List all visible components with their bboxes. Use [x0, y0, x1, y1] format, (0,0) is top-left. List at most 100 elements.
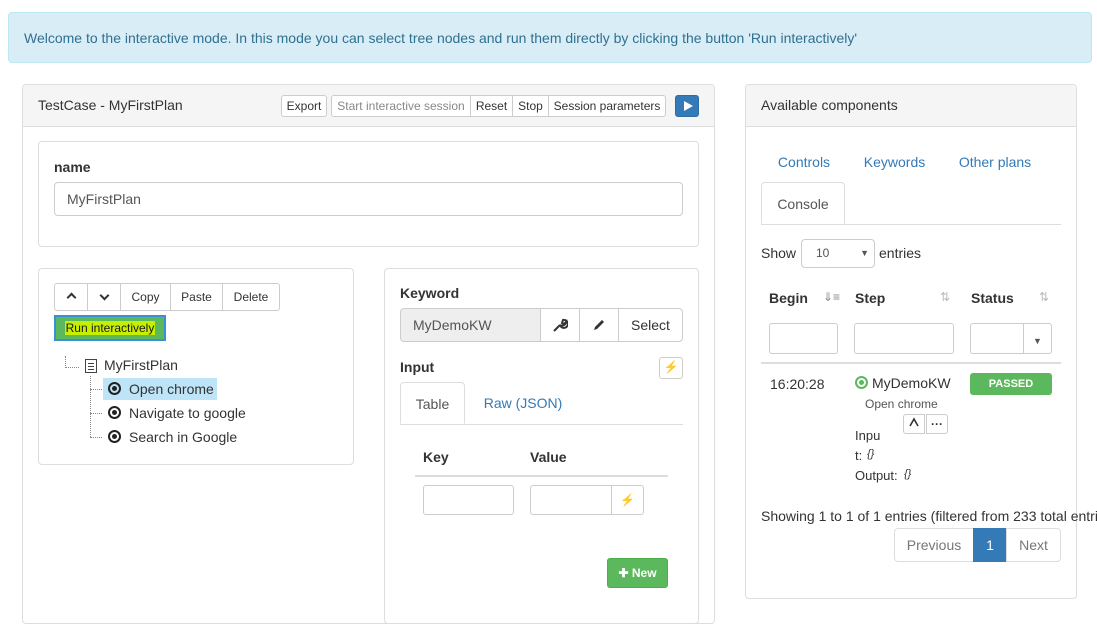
- delete-button[interactable]: Delete: [222, 283, 280, 311]
- tab-controls[interactable]: Controls: [769, 141, 839, 183]
- table-info-text: Showing 1 to 1 of 1 entries (filtered fr…: [761, 508, 1097, 524]
- keyword-label: Keyword: [400, 285, 460, 301]
- row-input-value: {}: [867, 448, 875, 460]
- status-ok-dot: [859, 380, 864, 385]
- entries-select-value: 10: [816, 246, 830, 260]
- tree-root-node[interactable]: MyFirstPlan: [104, 354, 178, 376]
- plus-icon: ✚: [618, 566, 629, 580]
- tab-table[interactable]: Table: [400, 382, 465, 424]
- row-output-label: Output:: [855, 468, 898, 483]
- value-dynamic-button[interactable]: ⚡: [611, 485, 644, 515]
- pager-page-1[interactable]: 1: [973, 528, 1007, 562]
- tree-node-navigate[interactable]: Navigate to google: [103, 402, 246, 424]
- console-header-line: [761, 362, 1061, 364]
- caret-down-icon: ▼: [1033, 336, 1042, 346]
- tree-connector: [90, 413, 102, 414]
- tree-view-button[interactable]: [903, 414, 925, 434]
- value-input[interactable]: [530, 485, 612, 515]
- tree-connector: [90, 376, 91, 437]
- tree-node-label: Search in Google: [129, 429, 238, 445]
- session-parameters-button[interactable]: Session parameters: [548, 95, 666, 117]
- tree-connector: [65, 367, 79, 368]
- value-column-header: Value: [530, 449, 567, 465]
- info-alert: Welcome to the interactive mode. In this…: [8, 12, 1092, 63]
- start-interactive-session-button[interactable]: Start interactive session: [331, 95, 471, 117]
- pager-previous-button[interactable]: Previous: [894, 528, 974, 562]
- chevron-down-icon: [99, 290, 109, 301]
- tree-node-label: Open chrome: [129, 381, 214, 397]
- tab-other-plans[interactable]: Other plans: [951, 141, 1039, 183]
- keyword-node-icon: [108, 382, 121, 395]
- begin-column-header[interactable]: Begin: [769, 290, 808, 306]
- alert-text: Welcome to the interactive mode. In this…: [24, 30, 858, 46]
- status-column-header[interactable]: Status: [971, 290, 1014, 306]
- entries-label: entries: [879, 245, 922, 261]
- new-row-button[interactable]: ✚ New: [607, 558, 668, 588]
- dynamic-toggle-button[interactable]: ⚡: [659, 357, 683, 379]
- row-begin: 16:20:28: [770, 376, 825, 392]
- name-input[interactable]: MyFirstPlan: [54, 182, 683, 216]
- step-filter-input[interactable]: [854, 323, 954, 354]
- key-input[interactable]: [423, 485, 514, 515]
- components-title: Available components: [761, 97, 898, 113]
- tab-console[interactable]: Console: [761, 182, 845, 224]
- sort-icon: ⇅: [940, 290, 951, 304]
- entries-select[interactable]: 10 ▼: [801, 239, 875, 268]
- show-label: Show: [761, 245, 797, 261]
- row-output-value: {}: [904, 468, 912, 480]
- edit-button[interactable]: [579, 308, 619, 342]
- name-label: name: [54, 159, 91, 175]
- move-down-button[interactable]: [87, 283, 121, 311]
- sort-desc-icon: ⇓≡: [823, 290, 841, 304]
- dropdown-arrow-icon: ▼: [860, 248, 869, 258]
- begin-filter-input[interactable]: [769, 323, 838, 354]
- stop-button[interactable]: Stop: [512, 95, 549, 117]
- keyword-node-icon: [108, 406, 121, 419]
- row-step-sub: Open chrome: [865, 397, 938, 411]
- key-column-header: Key: [423, 449, 449, 465]
- tab-raw-json[interactable]: Raw (JSON): [474, 382, 572, 424]
- lightning-icon: ⚡: [663, 360, 679, 374]
- sort-icon: ⇅: [1039, 290, 1050, 304]
- ellipsis-icon: ···: [931, 417, 943, 431]
- row-step-name[interactable]: MyDemoKW: [872, 375, 951, 391]
- keyword-input[interactable]: MyDemoKW: [400, 308, 542, 342]
- more-options-button[interactable]: ···: [926, 414, 948, 434]
- select-keyword-button[interactable]: Select: [618, 308, 683, 342]
- chevron-up-icon: [66, 292, 76, 303]
- run-interactively-label: Run interactively: [64, 321, 156, 335]
- move-up-button[interactable]: [54, 283, 88, 311]
- pager-next-button[interactable]: Next: [1006, 528, 1061, 562]
- run-interactively-button[interactable]: Run interactively: [54, 315, 166, 341]
- lightning-icon: ⚡: [620, 493, 635, 507]
- pencil-icon: [594, 320, 604, 330]
- play-icon: [684, 101, 693, 111]
- new-button-label: New: [631, 566, 657, 580]
- tree-node-search[interactable]: Search in Google: [103, 426, 237, 448]
- row-input-label-2: t:: [855, 448, 863, 463]
- wrench-icon: [553, 318, 569, 332]
- input-label: Input: [400, 359, 435, 375]
- panel-title: TestCase - MyFirstPlan: [38, 97, 183, 113]
- row-input-label-1: Inpu: [855, 428, 881, 443]
- tree-connector: [90, 389, 102, 390]
- paste-button[interactable]: Paste: [170, 283, 223, 311]
- tree-node-label: Navigate to google: [129, 405, 246, 421]
- step-column-header[interactable]: Step: [855, 290, 885, 306]
- status-filter-divider: [1023, 324, 1024, 353]
- fork-icon: [909, 417, 919, 427]
- tab-keywords[interactable]: Keywords: [856, 141, 933, 183]
- reset-button[interactable]: Reset: [470, 95, 513, 117]
- wrench-button[interactable]: [540, 308, 580, 342]
- keyword-node-icon: [108, 430, 121, 443]
- table-info: Showing 1 to 1 of 1 entries (filtered fr…: [761, 508, 1097, 524]
- copy-button[interactable]: Copy: [120, 283, 171, 311]
- components-panel-heading: Available components: [746, 85, 1076, 127]
- play-button[interactable]: [675, 95, 699, 117]
- status-badge: PASSED: [970, 373, 1052, 395]
- export-button[interactable]: Export: [281, 95, 327, 117]
- status-filter-select[interactable]: ▼: [970, 323, 1052, 354]
- document-icon: [85, 359, 97, 373]
- tree-connector: [90, 437, 102, 438]
- input-table-header-line: [415, 475, 668, 477]
